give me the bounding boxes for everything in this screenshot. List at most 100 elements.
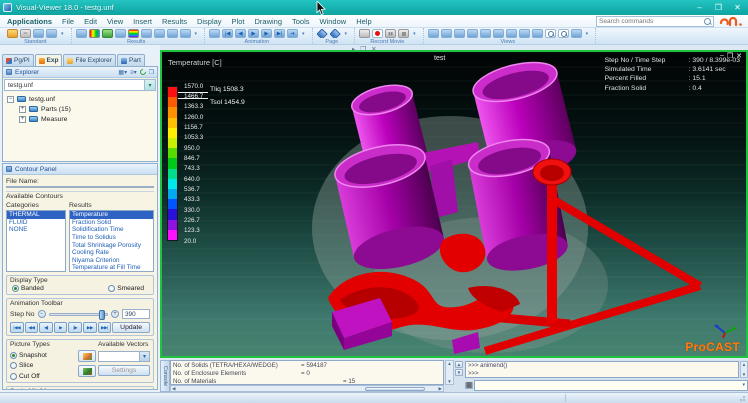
prev-command-button[interactable]: ▲ <box>455 361 463 368</box>
hscroll-thumb[interactable] <box>365 387 425 391</box>
expand-icon[interactable]: + <box>19 116 26 123</box>
refresh-icon[interactable] <box>138 68 146 76</box>
menu-item-edit[interactable]: Edit <box>84 17 97 26</box>
view-cube-2-icon[interactable] <box>441 29 452 38</box>
step-forward-icon[interactable]: ▶ <box>261 29 272 38</box>
player-button-6[interactable]: ▶▶| <box>98 322 112 333</box>
group-overflow-icon[interactable]: ▾ <box>413 31 416 37</box>
result-item[interactable]: Temperature at Fill Time <box>70 264 153 272</box>
collapse-icon[interactable]: − <box>7 96 14 103</box>
panel-close-icon[interactable]: ✕ <box>371 45 376 53</box>
result-item[interactable]: Niyama Criterion <box>70 257 153 265</box>
legend-icon[interactable] <box>128 29 139 38</box>
group-overflow-icon[interactable]: ▾ <box>61 31 64 37</box>
player-button-0[interactable]: |◀◀ <box>10 322 24 333</box>
previous-page-icon[interactable] <box>317 29 328 38</box>
category-item[interactable]: THERMAL <box>7 211 65 219</box>
contour-icon[interactable] <box>89 29 100 38</box>
player-button-4[interactable]: |▶ <box>68 322 82 333</box>
last-frame-icon[interactable]: ▶| <box>274 29 285 38</box>
player-button-3[interactable]: ▶ <box>54 322 68 333</box>
console-output-right[interactable]: >>> animend()>>> <box>465 361 739 378</box>
chevron-down-icon[interactable]: ▾ <box>144 80 155 90</box>
search-input[interactable] <box>599 18 704 25</box>
close-button[interactable]: ✕ <box>730 2 745 13</box>
menu-item-display[interactable]: Display <box>197 17 222 26</box>
next-page-icon[interactable] <box>330 29 341 38</box>
category-item[interactable]: NONE <box>7 226 65 234</box>
menu-item-window[interactable]: Window <box>320 17 347 26</box>
record-icon[interactable] <box>372 29 383 38</box>
resize-grip[interactable] <box>739 394 747 402</box>
slider-thumb[interactable] <box>99 310 105 320</box>
image-icon[interactable] <box>154 29 165 38</box>
chevron-down-icon[interactable]: ▾ <box>742 382 747 388</box>
pause-icon[interactable] <box>385 29 396 38</box>
tree-row[interactable]: +Parts (15) <box>7 104 157 114</box>
slice-tool-button[interactable] <box>78 350 96 362</box>
first-frame-icon[interactable]: |◀ <box>222 29 233 38</box>
view-cube-4-icon[interactable] <box>467 29 478 38</box>
tab-part[interactable]: Part <box>117 54 145 66</box>
expand-icon[interactable]: + <box>19 106 26 113</box>
group-overflow-icon[interactable]: ▾ <box>345 31 348 37</box>
console-tab[interactable]: Console <box>160 360 170 392</box>
panel-float-icon[interactable]: ❒ <box>360 45 366 53</box>
menu-item-results[interactable]: Results <box>162 17 187 26</box>
step-back-icon[interactable]: ◀ <box>235 29 246 38</box>
probe-icon[interactable] <box>167 29 178 38</box>
camera-icon[interactable] <box>359 29 370 38</box>
radio-smeared[interactable]: Smeared <box>108 285 144 292</box>
animation-setup-icon[interactable] <box>209 29 220 38</box>
group-overflow-icon[interactable]: ▾ <box>586 31 589 37</box>
sort-icon[interactable]: ≡▾ <box>130 69 137 76</box>
result-item[interactable]: Time to Solidus <box>70 234 153 242</box>
menu-item-plot[interactable]: Plot <box>232 17 245 26</box>
export-result-icon[interactable] <box>141 29 152 38</box>
menu-item-applications[interactable]: Applications <box>7 17 52 26</box>
view-cube-1-icon[interactable] <box>428 29 439 38</box>
menu-item-file[interactable]: File <box>62 17 74 26</box>
result-item[interactable]: Cooling Rate <box>70 249 153 257</box>
step-slider[interactable] <box>49 313 108 316</box>
export-animation-icon[interactable]: ➔ <box>287 29 298 38</box>
menu-item-help[interactable]: Help <box>356 17 371 26</box>
open-folder-icon[interactable] <box>7 29 18 38</box>
vectors-combo[interactable]: ▾ <box>98 351 150 362</box>
player-button-1[interactable]: ◀◀ <box>25 322 39 333</box>
normals-icon[interactable] <box>493 29 504 38</box>
copy-icon[interactable] <box>33 29 44 38</box>
cut-icon[interactable]: ✂ <box>20 29 31 38</box>
categories-list[interactable]: THERMALFLUIDNONE <box>6 210 66 272</box>
result-item[interactable]: Temperature <box>70 211 153 219</box>
chevron-down-icon[interactable]: ▾ <box>139 352 149 361</box>
tools-icon[interactable] <box>180 29 191 38</box>
group-overflow-icon[interactable]: ▾ <box>195 31 198 37</box>
viewport-3d[interactable]: Temperature [C] test – ❒ ✕ Step No / Tim… <box>160 50 748 358</box>
filter-icon[interactable]: ▦▾ <box>118 69 127 76</box>
section-icon[interactable] <box>115 29 126 38</box>
command-input[interactable]: ▾ <box>474 380 748 391</box>
next-command-button[interactable]: ▼ <box>455 369 463 376</box>
panel-pin-icon[interactable]: ▸ <box>352 45 355 53</box>
update-button[interactable]: Update <box>112 322 150 333</box>
result-item[interactable]: Solidification Time <box>70 226 153 234</box>
step-decrement-button[interactable]: − <box>38 310 46 318</box>
console-output-left[interactable]: No. of Solids (TETRA/HEXA/WEDGE)= 594187… <box>170 360 444 385</box>
pan-view-icon[interactable] <box>532 29 543 38</box>
menu-item-insert[interactable]: Insert <box>133 17 152 26</box>
file-path-field[interactable]: E:/Installs/ESI/Test/Body CG 3-600 Rev08… <box>6 186 154 188</box>
menu-item-view[interactable]: View <box>107 17 123 26</box>
anchor-view-icon[interactable] <box>571 29 582 38</box>
group-overflow-icon[interactable]: ▾ <box>302 31 305 37</box>
radio-snapshot[interactable]: Snapshot <box>10 352 76 359</box>
player-button-2[interactable]: ◀| <box>39 322 53 333</box>
tree-row[interactable]: +Measure <box>7 114 157 124</box>
new-window-icon[interactable]: ❒ <box>149 69 154 76</box>
menu-item-drawing[interactable]: Drawing <box>254 17 282 26</box>
paste-icon[interactable] <box>46 29 57 38</box>
search-box[interactable] <box>596 16 714 27</box>
spin-view-icon[interactable] <box>519 29 530 38</box>
console-hscrollbar[interactable]: ◀▶ <box>170 385 444 392</box>
console-right-scrollbar[interactable]: ▲▼ <box>740 361 748 378</box>
